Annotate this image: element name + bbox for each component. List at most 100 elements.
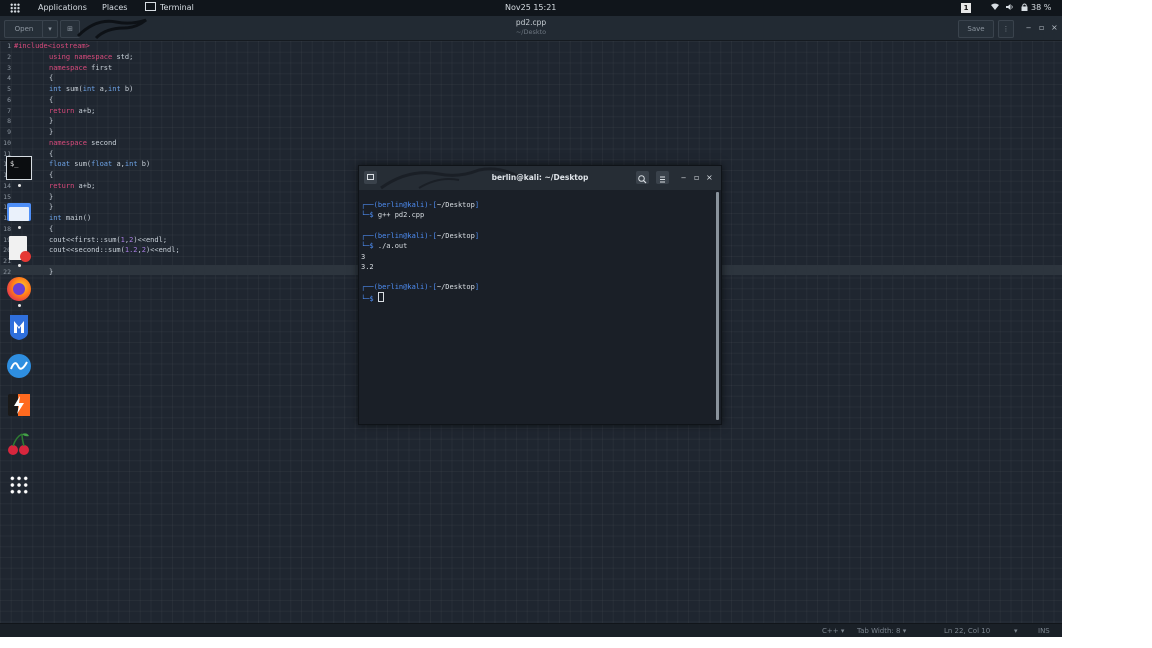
metasploit-icon[interactable] xyxy=(4,312,34,342)
cherrytree-icon[interactable] xyxy=(4,431,34,461)
top-panel: Applications Places Terminal Nov25 15:21… xyxy=(0,0,1062,16)
prompt-path: ~/Desktop xyxy=(436,201,475,209)
prompt-line: ┌──(berlin@kali)-[~/Desktop] xyxy=(361,201,480,209)
tab-width-label: Tab Width: 8 xyxy=(857,627,901,635)
prompt-path: ~/Desktop xyxy=(436,232,475,240)
chevron-down-icon: ▾ xyxy=(840,627,845,635)
code-line[interactable]: } xyxy=(49,116,53,127)
command-text: g++ pd2.cpp xyxy=(377,211,425,219)
insert-mode[interactable]: INS xyxy=(1038,624,1050,637)
code-line[interactable]: return a+b; xyxy=(49,181,95,192)
running-indicator xyxy=(18,304,21,307)
line-number: 4 xyxy=(7,74,11,83)
running-indicator xyxy=(18,184,21,187)
code-line[interactable]: namespace first xyxy=(49,63,112,74)
code-line[interactable]: { xyxy=(49,224,53,235)
code-line[interactable]: } xyxy=(49,202,53,213)
terminal-output[interactable]: ┌──(berlin@kali)-[~/Desktop] └─$ g++ pd2… xyxy=(359,190,715,424)
terminal-small-icon xyxy=(145,2,156,11)
code-line[interactable]: cout<<second::sum(1.2,2)<<endl; xyxy=(49,245,180,256)
battery-percent[interactable]: 38 % xyxy=(1031,0,1051,16)
terminal-icon[interactable]: $_ xyxy=(4,154,34,184)
document-title: pd2.cpp xyxy=(515,18,547,27)
code-line[interactable]: return a+b; xyxy=(49,106,95,117)
file-manager-icon[interactable] xyxy=(4,197,34,227)
workspace-indicator[interactable]: 1 xyxy=(961,3,971,13)
terminal-taskbar-label: Terminal xyxy=(160,3,194,12)
code-line[interactable]: float sum(float a,int b) xyxy=(49,159,150,170)
chevron-down-icon: ▾ xyxy=(902,627,907,635)
terminal-close-button[interactable]: × xyxy=(706,166,713,190)
line-number: 7 xyxy=(7,106,11,115)
terminal-maximize-button[interactable]: ▫ xyxy=(694,166,699,190)
dock: $_ xyxy=(4,154,34,500)
places-menu[interactable]: Places xyxy=(102,0,127,16)
code-line[interactable]: { xyxy=(49,149,53,160)
close-button[interactable]: × xyxy=(1051,16,1058,40)
editor-headerbar: Open ▾ ⊞ pd2.cpp ~/Deskto Save ⋮ ‒ ▫ × xyxy=(0,16,1062,41)
terminal-titlebar[interactable]: berlin@kali: ~/Desktop ‒ ▫ × xyxy=(359,166,721,190)
terminal-search-button[interactable] xyxy=(636,171,649,184)
tab-width-selector[interactable]: Tab Width: 8 ▾ xyxy=(857,624,906,637)
code-line[interactable]: } xyxy=(49,267,53,278)
network-icon[interactable] xyxy=(991,0,999,16)
command-line: └─$ ./a.out xyxy=(361,242,408,250)
document-path: ~/Deskto xyxy=(515,28,547,36)
code-line[interactable]: namespace second xyxy=(49,138,116,149)
code-line[interactable]: { xyxy=(49,95,53,106)
hamburger-menu-icon xyxy=(660,176,665,183)
terminal-window[interactable]: berlin@kali: ~/Desktop ‒ ▫ × ┌──(berlin@… xyxy=(358,165,722,425)
kebab-menu-icon: ⋮ xyxy=(1002,25,1010,33)
command-text: ./a.out xyxy=(377,242,408,250)
line-number: 3 xyxy=(7,63,11,72)
terminal-menu-button[interactable] xyxy=(656,171,669,184)
apps-grid-icon[interactable] xyxy=(10,3,20,13)
editor-statusbar: C++ ▾ Tab Width: 8 ▾ Ln 22, Col 10 ▾ INS xyxy=(0,623,1062,637)
command-line: └─$ g++ pd2.cpp xyxy=(361,211,425,219)
minimize-button[interactable]: ‒ xyxy=(1026,16,1031,40)
terminal-minimize-button[interactable]: ‒ xyxy=(681,166,686,190)
code-line[interactable]: using namespace std; xyxy=(49,52,133,63)
firefox-icon[interactable] xyxy=(4,274,34,304)
chevron-down-icon[interactable]: ▾ xyxy=(1014,624,1018,637)
line-number: 9 xyxy=(7,128,11,136)
running-indicator xyxy=(18,264,21,267)
code-line[interactable]: cout<<first::sum(1,2)<<endl; xyxy=(49,235,167,246)
line-number: 6 xyxy=(7,95,11,104)
code-line[interactable]: { xyxy=(49,170,53,181)
text-editor-icon[interactable] xyxy=(4,234,34,264)
code-line[interactable]: } xyxy=(49,127,53,138)
prompt-line: ┌──(berlin@kali)-[~/Desktop] xyxy=(361,283,480,291)
output-line: 3 xyxy=(361,253,366,261)
line-number: 2 xyxy=(7,52,11,61)
terminal-scrollbar[interactable] xyxy=(716,192,719,420)
line-number: 10 xyxy=(3,138,11,147)
maximize-button[interactable]: ▫ xyxy=(1039,16,1044,40)
code-line[interactable]: { xyxy=(49,73,53,84)
code-line[interactable]: int main() xyxy=(49,213,91,224)
burpsuite-icon[interactable] xyxy=(4,390,34,420)
command-line[interactable]: └─$ xyxy=(361,292,384,303)
running-indicator xyxy=(18,226,21,229)
code-line[interactable]: } xyxy=(49,192,53,203)
wireshark-icon[interactable] xyxy=(4,351,34,381)
line-number: 1 xyxy=(7,42,11,50)
code-line[interactable]: int sum(int a,int b) xyxy=(49,84,133,95)
desktop: Applications Places Terminal Nov25 15:21… xyxy=(0,0,1062,637)
line-number: 8 xyxy=(7,117,11,126)
lock-icon[interactable] xyxy=(1021,0,1028,16)
search-icon xyxy=(638,175,647,184)
menu-button[interactable]: ⋮ xyxy=(998,20,1014,38)
applications-menu[interactable]: Applications xyxy=(38,0,87,16)
language-label: C++ xyxy=(822,627,839,635)
code-line[interactable]: #include<iostream> xyxy=(14,41,90,52)
cursor-position[interactable]: Ln 22, Col 10 xyxy=(944,624,990,637)
line-number: 5 xyxy=(7,85,11,93)
terminal-taskbar-item[interactable]: Terminal xyxy=(145,0,194,16)
volume-icon[interactable] xyxy=(1006,0,1014,16)
save-button[interactable]: Save xyxy=(958,20,994,38)
language-selector[interactable]: C++ ▾ xyxy=(822,624,844,637)
clock[interactable]: Nov25 15:21 xyxy=(505,0,556,16)
output-line: 3.2 xyxy=(361,263,374,271)
show-apps-icon[interactable] xyxy=(4,470,34,500)
